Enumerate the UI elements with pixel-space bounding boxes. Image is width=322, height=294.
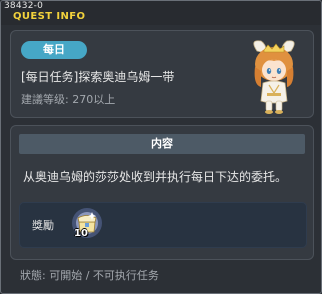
- quest-summary-panel: 每日 [每日任务]探索奥迪乌姆一带 建議等级: 270以上: [10, 30, 314, 118]
- reward-item-quantity: 10: [74, 228, 88, 239]
- level-requirement: 建議等级: 270以上: [21, 93, 116, 106]
- quest-content-panel: 内容 从奥迪乌姆的莎莎处收到并执行每日下达的委托。 獎勵 10: [10, 125, 314, 260]
- quest-info-window: 38432-0 QUEST INFO 每日 [每日任务]探索奥迪乌姆一带 建議等…: [0, 0, 322, 294]
- quest-id: 38432-0: [4, 1, 44, 11]
- npc-portrait: [253, 40, 295, 114]
- quest-name: [每日任务]探索奥迪乌姆一带: [21, 70, 175, 84]
- quest-status: 狀態: 可開始 / 不可执行任务: [20, 269, 159, 282]
- reward-label: 獎勵: [32, 219, 54, 232]
- reward-item-slot[interactable]: 10: [70, 207, 104, 241]
- content-section-title: 内容: [19, 134, 305, 154]
- quest-description: 从奥迪乌姆的莎莎处收到并执行每日下达的委托。: [23, 170, 288, 184]
- window-header[interactable]: 38432-0 QUEST INFO: [1, 1, 321, 25]
- daily-badge: 每日: [21, 41, 87, 59]
- window-title: QUEST INFO: [13, 11, 86, 22]
- reward-box: 獎勵 10: [19, 202, 307, 248]
